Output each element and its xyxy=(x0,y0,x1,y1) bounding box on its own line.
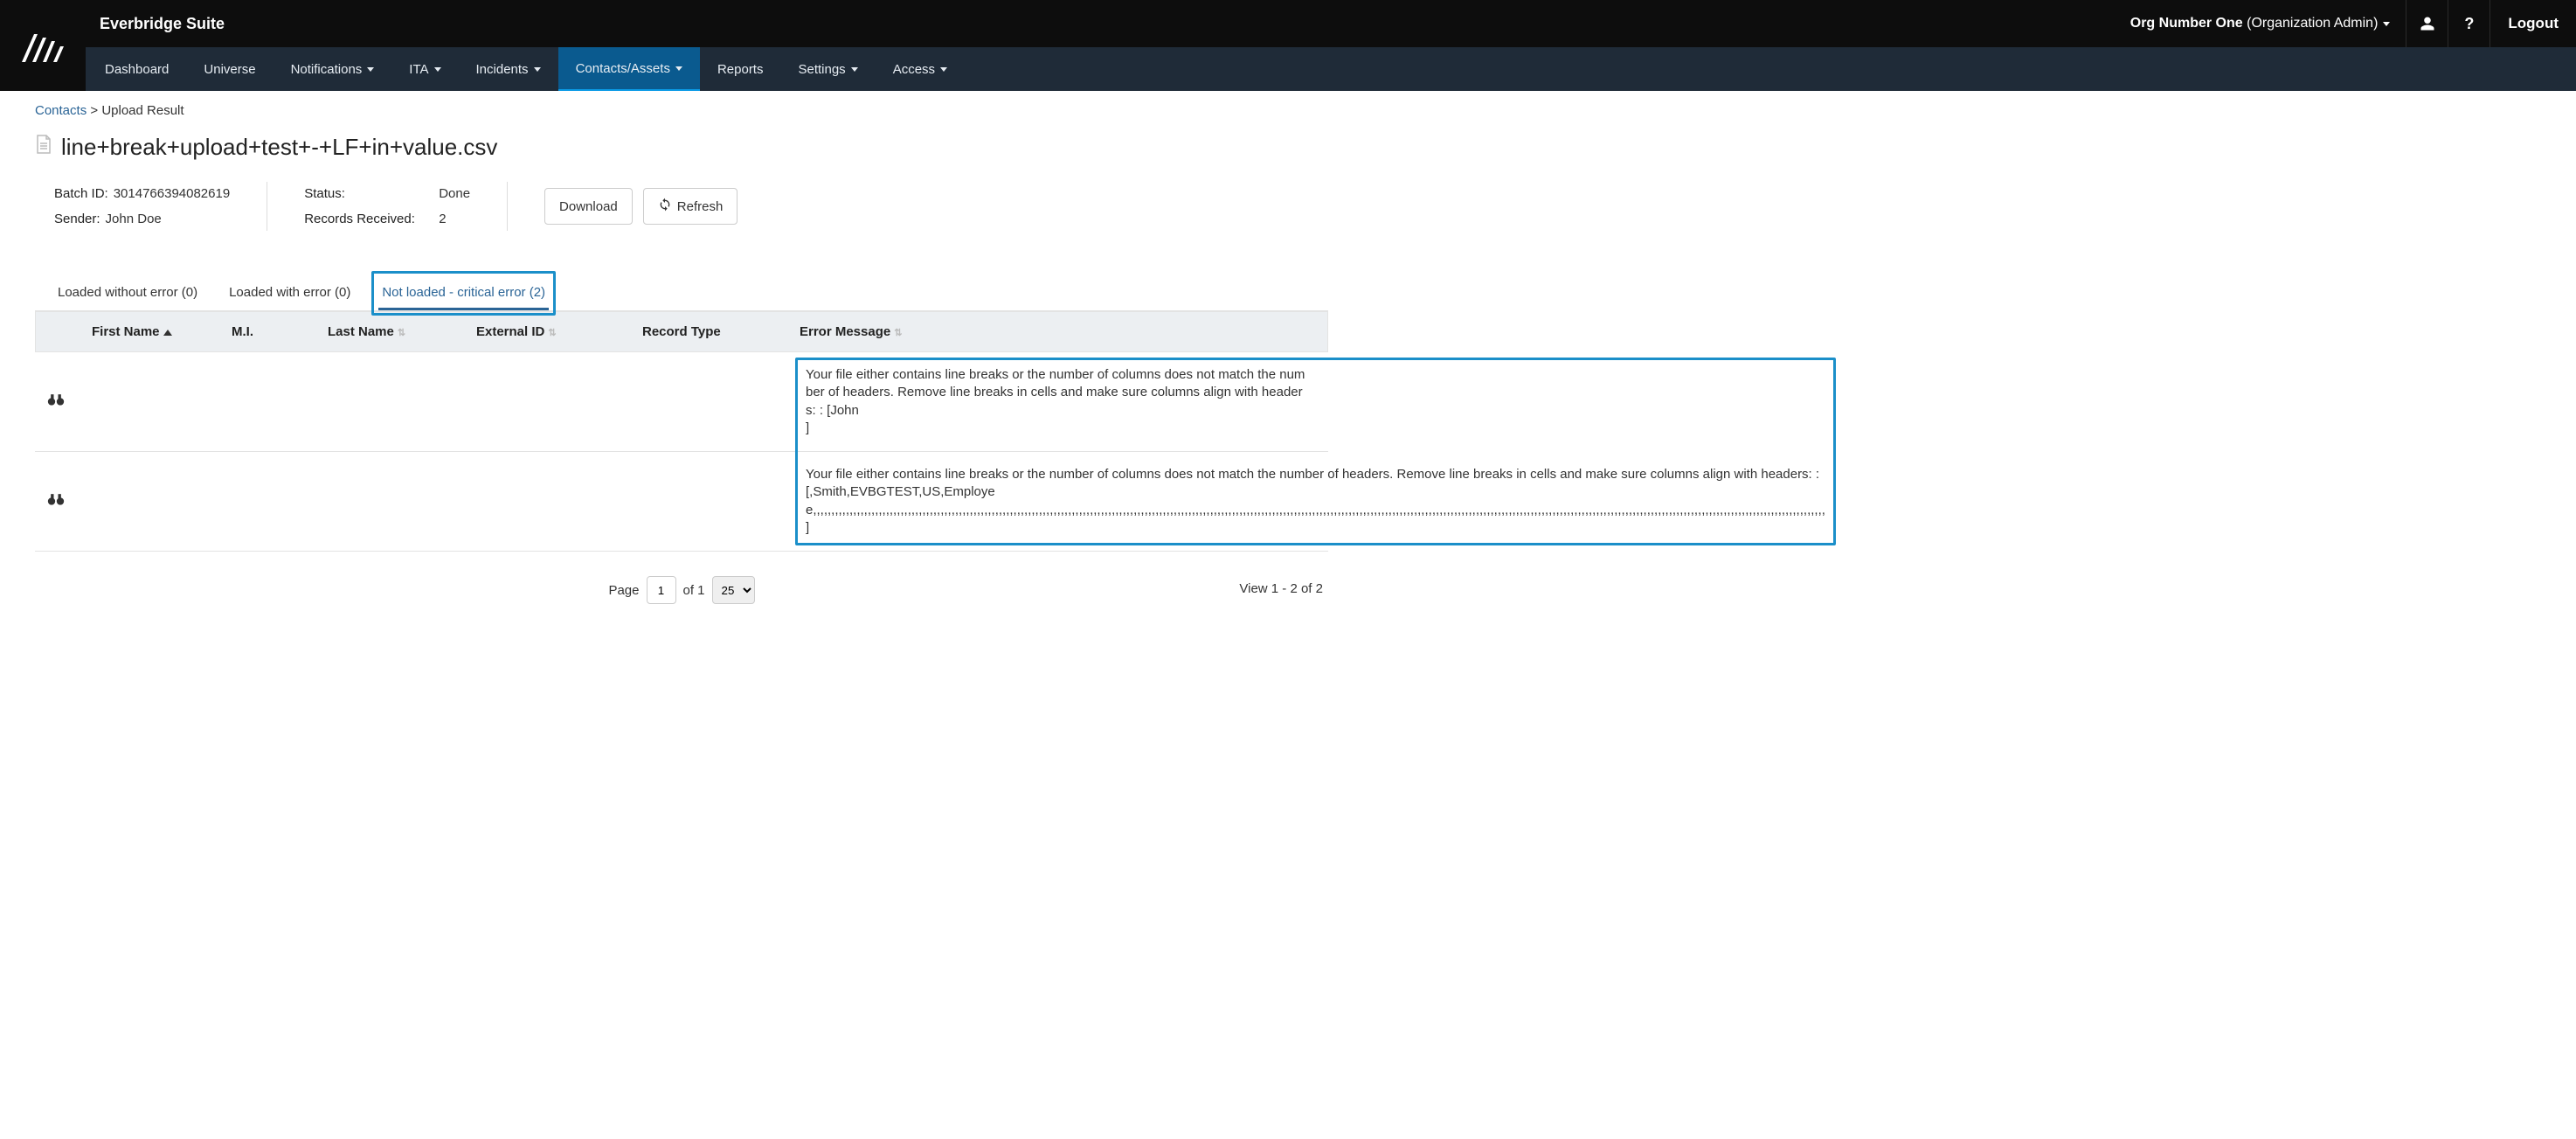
breadcrumb-sep: > xyxy=(90,103,98,118)
nav-notifications[interactable]: Notifications xyxy=(274,47,392,91)
col-label: Record Type xyxy=(642,324,721,339)
brand-title: Everbridge Suite xyxy=(100,15,225,33)
chevron-down-icon xyxy=(2383,22,2390,26)
result-tabs: Loaded without error (0) Loaded with err… xyxy=(35,276,1328,311)
sort-icon: ⇅ xyxy=(548,327,556,338)
col-label: Error Message xyxy=(800,324,890,339)
table-header-row: First Name M.I. Last Name⇅ External ID⇅ … xyxy=(35,311,1328,352)
nav-label: Access xyxy=(893,62,935,77)
user-icon[interactable] xyxy=(2406,0,2448,47)
page-size-select[interactable]: 25 xyxy=(712,576,755,604)
chevron-down-icon xyxy=(675,66,682,71)
page-of: of 1 xyxy=(683,583,705,598)
divider xyxy=(507,182,508,231)
nav-label: Dashboard xyxy=(105,62,169,77)
col-mi[interactable]: M.I. xyxy=(232,324,328,339)
refresh-button[interactable]: Refresh xyxy=(643,188,738,225)
table-row: Your file either contains line breaks or… xyxy=(35,452,1328,552)
error-message-cell: Your file either contains line breaks or… xyxy=(799,361,1316,442)
batch-id-value: 3014766394082619 xyxy=(114,186,230,201)
nav-reports[interactable]: Reports xyxy=(700,47,781,91)
breadcrumb: Contacts > Upload Result xyxy=(35,103,1328,118)
nav-label: ITA xyxy=(409,62,428,77)
sort-asc-icon xyxy=(163,330,172,336)
top-header: Everbridge Suite Org Number One (Organiz… xyxy=(0,0,2576,47)
col-first-name[interactable]: First Name xyxy=(92,324,232,339)
tab-label: Loaded without error (0) xyxy=(58,285,197,300)
batch-id-label: Batch ID: xyxy=(54,186,108,201)
status-label: Status: xyxy=(304,186,345,201)
logout-link[interactable]: Logout xyxy=(2490,0,2576,47)
help-icon[interactable]: ? xyxy=(2448,0,2490,47)
org-role: (Organization Admin) xyxy=(2247,16,2378,31)
button-label: Download xyxy=(559,199,618,214)
error-text: Your file either contains line breaks or… xyxy=(806,467,1825,535)
tab-label: Loaded with error (0) xyxy=(229,285,350,300)
chevron-down-icon xyxy=(434,67,441,72)
chevron-down-icon xyxy=(940,67,947,72)
main-nav: Dashboard Universe Notifications ITA Inc… xyxy=(0,47,2576,91)
error-text: Your file either contains line breaks or… xyxy=(806,367,1305,435)
view-record-icon[interactable] xyxy=(47,492,91,510)
col-label: M.I. xyxy=(232,324,253,339)
nav-dashboard[interactable]: Dashboard xyxy=(87,47,186,91)
nav-label: Universe xyxy=(204,62,255,77)
tab-label: Not loaded - critical error (2) xyxy=(382,285,545,300)
page-title-text: line+break+upload+test+-+LF+in+value.csv xyxy=(61,134,497,161)
col-label: External ID xyxy=(476,324,544,339)
error-message-cell: Your file either contains line breaks or… xyxy=(799,461,1832,542)
col-record-type[interactable]: Record Type xyxy=(642,324,800,339)
nav-label: Reports xyxy=(717,62,764,77)
records-label: Records Received: xyxy=(304,212,415,226)
view-record-icon[interactable] xyxy=(47,392,91,411)
status-value: Done xyxy=(439,186,470,201)
table-row: Your file either contains line breaks or… xyxy=(35,352,1328,452)
refresh-icon xyxy=(658,198,672,215)
chevron-down-icon xyxy=(367,67,374,72)
chevron-down-icon xyxy=(851,67,858,72)
page-title: line+break+upload+test+-+LF+in+value.csv xyxy=(35,134,1328,161)
nav-contacts-assets[interactable]: Contacts/Assets xyxy=(558,47,700,91)
org-switcher[interactable]: Org Number One (Organization Admin) xyxy=(2115,0,2407,47)
nav-label: Contacts/Assets xyxy=(576,61,670,76)
page-label: Page xyxy=(608,583,639,598)
tab-loaded-with-error[interactable]: Loaded with error (0) xyxy=(225,276,354,310)
nav-incidents[interactable]: Incidents xyxy=(459,47,558,91)
logo-icon xyxy=(18,27,67,64)
tab-loaded-without-error[interactable]: Loaded without error (0) xyxy=(54,276,201,310)
download-button[interactable]: Download xyxy=(544,188,633,225)
col-label: First Name xyxy=(92,324,160,339)
org-name: Org Number One xyxy=(2130,16,2243,31)
breadcrumb-current: Upload Result xyxy=(101,103,184,118)
nav-label: Incidents xyxy=(476,62,529,77)
pagination: Page of 1 25 View 1 - 2 of 2 xyxy=(35,576,1328,604)
nav-settings[interactable]: Settings xyxy=(780,47,875,91)
col-label: Last Name xyxy=(328,324,394,339)
nav-universe[interactable]: Universe xyxy=(186,47,273,91)
col-error-message[interactable]: Error Message ⇅ xyxy=(800,324,1315,339)
view-range: View 1 - 2 of 2 xyxy=(1239,581,1323,596)
nav-label: Notifications xyxy=(291,62,363,77)
chevron-down-icon xyxy=(534,67,541,72)
nav-access[interactable]: Access xyxy=(876,47,965,91)
nav-label: Settings xyxy=(798,62,845,77)
breadcrumb-contacts[interactable]: Contacts xyxy=(35,103,87,118)
page-input[interactable] xyxy=(647,576,676,604)
col-external-id[interactable]: External ID ⇅ xyxy=(476,324,642,339)
nav-ita[interactable]: ITA xyxy=(391,47,458,91)
col-last-name[interactable]: Last Name ⇅ xyxy=(328,324,476,339)
results-table: First Name M.I. Last Name⇅ External ID⇅ … xyxy=(35,311,1328,552)
sender-label: Sender: xyxy=(54,212,100,226)
sort-icon: ⇅ xyxy=(894,327,902,338)
button-label: Refresh xyxy=(677,199,724,214)
upload-meta: Batch ID: 3014766394082619 Sender: John … xyxy=(35,178,1328,250)
file-icon xyxy=(35,134,52,161)
records-value: 2 xyxy=(439,212,446,226)
tab-not-loaded-critical[interactable]: Not loaded - critical error (2) xyxy=(378,276,549,310)
sort-icon: ⇅ xyxy=(398,327,405,338)
brand-logo xyxy=(0,0,86,91)
sender-value: John Doe xyxy=(106,212,162,226)
